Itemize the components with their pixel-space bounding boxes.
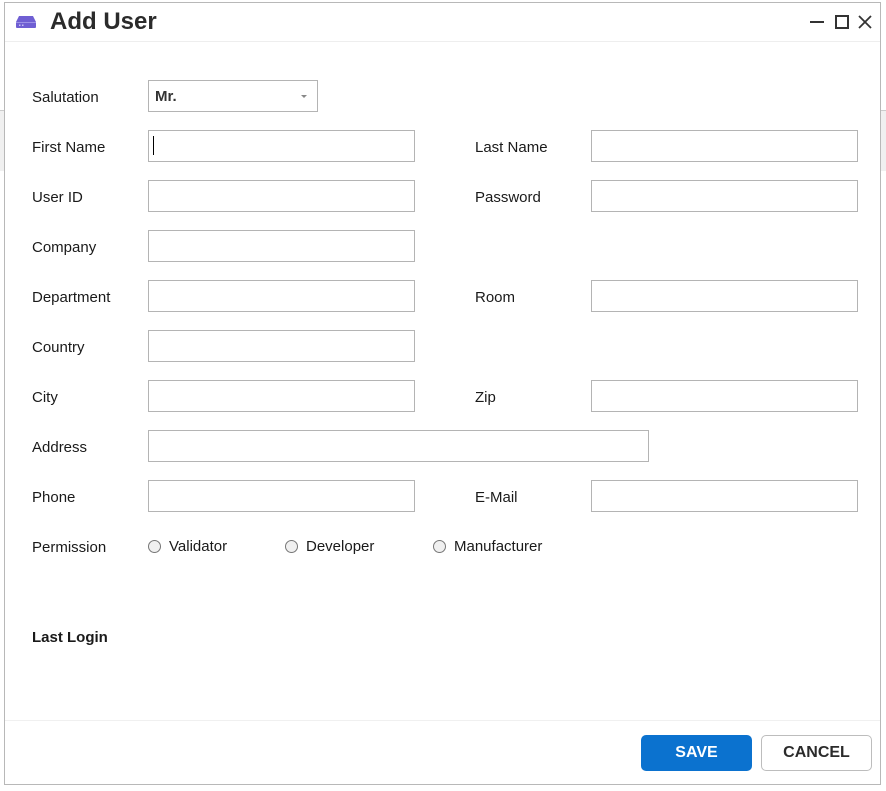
title-bar: Add User [5, 3, 880, 42]
email-input[interactable] [591, 480, 858, 512]
address-input[interactable] [148, 430, 649, 462]
permission-radio-developer[interactable]: Developer [285, 538, 374, 555]
drive-icon [16, 16, 36, 28]
salutation-label: Salutation [32, 89, 99, 106]
city-label: City [32, 389, 58, 406]
permission-radio-validator[interactable]: Validator [148, 538, 227, 555]
dialog-title: Add User [50, 8, 157, 35]
text-cursor [153, 136, 154, 155]
department-label: Department [32, 289, 111, 306]
company-label: Company [32, 239, 97, 256]
radio-button[interactable] [433, 540, 446, 553]
room-label: Room [475, 289, 516, 306]
footer-divider [5, 720, 880, 721]
zip-input[interactable] [591, 380, 858, 412]
password-label: Password [475, 189, 541, 206]
department-input[interactable] [148, 280, 415, 312]
maximize-icon[interactable] [833, 13, 851, 31]
salutation-value: Mr. [155, 88, 177, 105]
first-name-wrapper [148, 130, 415, 162]
last-name-label: Last Name [475, 139, 548, 156]
radio-label: Manufacturer [454, 538, 543, 555]
close-icon[interactable] [856, 13, 874, 31]
add-user-dialog: Add User Salutation Mr. First Name Last … [4, 2, 881, 785]
room-input[interactable] [591, 280, 858, 312]
cancel-button[interactable]: CANCEL [761, 735, 872, 771]
address-label: Address [32, 439, 88, 456]
user-id-label: User ID [32, 189, 83, 206]
last-login-label: Last Login [32, 629, 108, 646]
minimize-icon[interactable] [808, 13, 826, 31]
chevron-down-icon [301, 95, 307, 98]
city-input[interactable] [148, 380, 415, 412]
radio-label: Developer [306, 538, 375, 555]
radio-button[interactable] [285, 540, 298, 553]
first-name-label: First Name [32, 139, 106, 156]
first-name-input[interactable] [148, 130, 415, 162]
last-name-input[interactable] [591, 130, 858, 162]
password-input[interactable] [591, 180, 858, 212]
salutation-select[interactable]: Mr. [148, 80, 318, 112]
background-window-edge [881, 110, 886, 171]
save-button[interactable]: SAVE [641, 735, 752, 771]
radio-button[interactable] [148, 540, 161, 553]
zip-label: Zip [475, 389, 496, 406]
permission-radio-manufacturer[interactable]: Manufacturer [433, 538, 542, 555]
country-label: Country [32, 339, 85, 356]
email-label: E-Mail [475, 489, 518, 506]
user-id-input[interactable] [148, 180, 415, 212]
phone-input[interactable] [148, 480, 415, 512]
radio-label: Validator [169, 538, 228, 555]
country-input[interactable] [148, 330, 415, 362]
phone-label: Phone [32, 489, 76, 506]
permission-label: Permission [32, 539, 107, 556]
company-input[interactable] [148, 230, 415, 262]
